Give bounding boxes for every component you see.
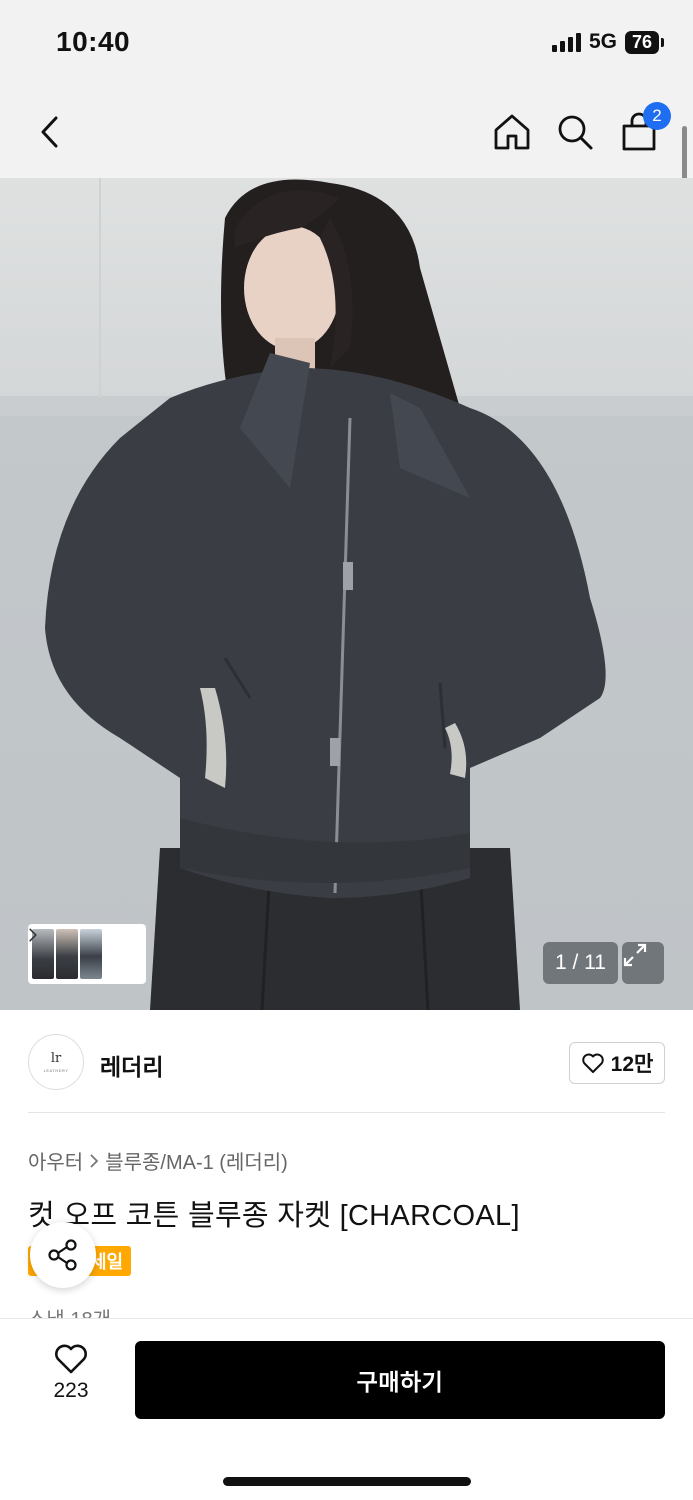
product-photo [0, 178, 693, 1010]
status-indicators: 5G 76 [551, 30, 665, 54]
buy-button[interactable]: 구매하기 [135, 1341, 665, 1419]
back-button[interactable] [26, 108, 74, 156]
chevron-right-icon [90, 1153, 99, 1168]
status-bar: 10:40 5G 76 [0, 0, 693, 90]
heart-icon [581, 1053, 604, 1073]
brand-row: lr LEATHERY 레더리 12만 [28, 1034, 665, 1090]
home-indicator[interactable] [223, 1477, 471, 1486]
network-type: 5G [588, 30, 617, 53]
heart-icon [55, 1344, 87, 1374]
brand-logo-sub: LEATHERY [43, 1068, 69, 1073]
home-icon [494, 114, 530, 150]
share-button[interactable] [30, 1222, 96, 1288]
cart-button[interactable]: 2 [615, 102, 671, 156]
back-icon [41, 116, 58, 148]
thumbnail[interactable] [56, 929, 78, 979]
share-icon [48, 1239, 77, 1271]
product-title: 컷 오프 코튼 블루종 자켓 [CHARCOAL] [28, 1200, 520, 1232]
home-button[interactable] [488, 108, 536, 156]
nav-bar: 2 [0, 90, 693, 178]
bottom-action-bar: 223 구매하기 [0, 1318, 693, 1500]
chevron-right-icon[interactable] [28, 924, 42, 946]
expand-button[interactable] [622, 942, 664, 984]
search-button[interactable] [551, 108, 599, 156]
thumbnail[interactable] [80, 929, 102, 979]
product-image-gallery[interactable]: 1 / 11 [0, 178, 693, 1010]
status-time: 10:40 [56, 26, 131, 57]
brand-logo-mark: lr [50, 1051, 62, 1066]
signal-icon [551, 32, 581, 52]
brand-like-count: 12만 [610, 1053, 654, 1076]
wishlist-button[interactable]: 223 [36, 1343, 106, 1403]
divider [28, 1112, 665, 1113]
image-counter: 1 / 11 [543, 942, 618, 984]
wishlist-count: 223 [53, 1379, 89, 1402]
breadcrumb: 아우터 블루종/MA-1 (레더리) [28, 1146, 288, 1175]
brand-logo[interactable]: lr LEATHERY [28, 1034, 84, 1090]
brand-name[interactable]: 레더리 [100, 1048, 163, 1082]
review-count-peek: 스냅 18개 [28, 1302, 111, 1318]
brand-like-button[interactable]: 12만 [569, 1042, 665, 1084]
expand-icon [623, 943, 647, 967]
thumbnail-strip[interactable] [28, 924, 146, 984]
search-icon [558, 115, 593, 150]
cart-count-badge: 2 [643, 102, 671, 130]
breadcrumb-item[interactable]: 아우터 [28, 1146, 83, 1175]
breadcrumb-item[interactable]: 블루종/MA-1 (레더리) [105, 1146, 288, 1175]
battery-level: 76 [624, 30, 665, 54]
